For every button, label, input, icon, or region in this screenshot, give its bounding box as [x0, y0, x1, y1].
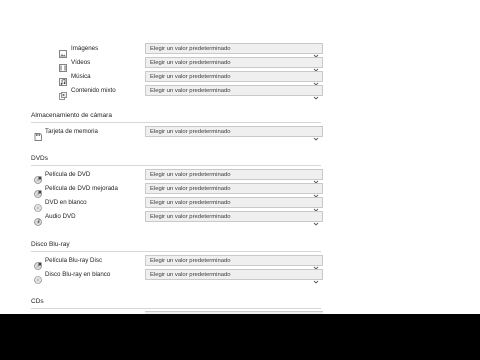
select-value: Elegir un valor predeterminado — [150, 45, 231, 52]
chevron-down-icon — [313, 88, 319, 100]
row-dvd-enhanced: Película de DVD mejorada Elegir un valor… — [0, 183, 480, 198]
select-value: Elegir un valor predeterminado — [150, 185, 231, 192]
section-divider — [31, 308, 321, 309]
dvd-blank-select[interactable]: Elegir un valor predeterminado — [145, 197, 323, 212]
row-label: Tarjeta de memoria — [45, 128, 98, 135]
row-label: Audio DVD — [45, 213, 76, 220]
cd-select-partial[interactable] — [145, 311, 323, 314]
section-title-camera: Almacenamiento de cámara — [31, 112, 112, 119]
chevron-down-icon — [313, 129, 319, 141]
select-value: Elegir un valor predeterminado — [150, 59, 231, 66]
row-videos: Vídeos Elegir un valor predeterminado — [0, 57, 480, 72]
chevron-down-icon — [313, 60, 319, 72]
row-memory-card: Tarjeta de memoria Elegir un valor prede… — [0, 126, 480, 141]
row-label: Disco Blu-ray en blanco — [45, 271, 111, 278]
image-icon — [59, 45, 67, 58]
select-value: Elegir un valor predeterminado — [150, 87, 231, 94]
select-value: Elegir un valor predeterminado — [150, 213, 231, 220]
row-dvd-blank: DVD en blanco Elegir un valor predetermi… — [0, 197, 480, 212]
row-dvd-movie: Película de DVD Elegir un valor predeter… — [0, 169, 480, 184]
section-divider — [31, 122, 321, 123]
row-label: Imágenes — [71, 45, 99, 52]
memory-card-select[interactable]: Elegir un valor predeterminado — [145, 126, 323, 141]
section-divider — [31, 165, 321, 166]
row-label: Contenido mixto — [71, 87, 116, 94]
chevron-down-icon — [313, 214, 319, 226]
chevron-down-icon — [313, 186, 319, 198]
audio-dvd-icon — [34, 213, 42, 226]
chevron-down-icon — [313, 258, 319, 270]
section-title-dvds: DVDs — [31, 155, 48, 162]
mixed-content-icon — [59, 87, 67, 100]
blank-disc-icon — [34, 199, 42, 212]
select-value: Elegir un valor predeterminado — [150, 199, 231, 206]
row-bluray-movie: Película Blu-ray Disc Elegir un valor pr… — [0, 255, 480, 270]
chevron-down-icon — [313, 172, 319, 184]
row-music: Música Elegir un valor predeterminado — [0, 71, 480, 86]
row-label: Música — [71, 73, 91, 80]
dvd-enhanced-icon — [34, 185, 42, 198]
images-select[interactable]: Elegir un valor predeterminado — [145, 43, 323, 58]
audio-dvd-select[interactable]: Elegir un valor predeterminado — [145, 211, 323, 226]
chevron-down-icon — [313, 46, 319, 58]
blank-disc-icon — [34, 271, 42, 284]
music-select[interactable]: Elegir un valor predeterminado — [145, 71, 323, 86]
select-value: Elegir un valor predeterminado — [150, 73, 231, 80]
row-mixed-content: Contenido mixto Elegir un valor predeter… — [0, 85, 480, 100]
row-label: Película de DVD — [45, 171, 91, 178]
dvd-movie-icon — [34, 171, 42, 184]
select-value: Elegir un valor predeterminado — [150, 257, 231, 264]
section-title-cds: CDs — [31, 298, 44, 305]
row-label: DVD en blanco — [45, 199, 87, 206]
row-label: Película Blu-ray Disc — [45, 257, 103, 264]
chevron-down-icon — [313, 74, 319, 86]
videos-select[interactable]: Elegir un valor predeterminado — [145, 57, 323, 72]
autoplay-settings-panel: Imágenes Elegir un valor predeterminado … — [0, 0, 480, 314]
section-divider — [31, 251, 321, 252]
music-icon — [59, 73, 67, 86]
screen: Imágenes Elegir un valor predeterminado … — [0, 0, 480, 360]
select-value: Elegir un valor predeterminado — [150, 171, 231, 178]
memory-card-icon — [34, 128, 42, 141]
row-audio-dvd: Audio DVD Elegir un valor predeterminado — [0, 211, 480, 226]
bluray-movie-select[interactable]: Elegir un valor predeterminado — [145, 255, 323, 270]
dvd-enhanced-select[interactable]: Elegir un valor predeterminado — [145, 183, 323, 198]
chevron-down-icon — [313, 272, 319, 284]
mixed-content-select[interactable]: Elegir un valor predeterminado — [145, 85, 323, 100]
row-label: Vídeos — [71, 59, 91, 66]
bluray-movie-icon — [34, 257, 42, 270]
video-icon — [59, 59, 67, 72]
dvd-movie-select[interactable]: Elegir un valor predeterminado — [145, 169, 323, 184]
row-bluray-blank: Disco Blu-ray en blanco Elegir un valor … — [0, 269, 480, 284]
select-value: Elegir un valor predeterminado — [150, 128, 231, 135]
row-images: Imágenes Elegir un valor predeterminado — [0, 43, 480, 58]
row-label: Película de DVD mejorada — [45, 185, 118, 192]
chevron-down-icon — [313, 200, 319, 212]
bluray-blank-select[interactable]: Elegir un valor predeterminado — [145, 269, 323, 284]
section-title-bluray: Disco Blu-ray — [31, 241, 70, 248]
select-value: Elegir un valor predeterminado — [150, 271, 231, 278]
